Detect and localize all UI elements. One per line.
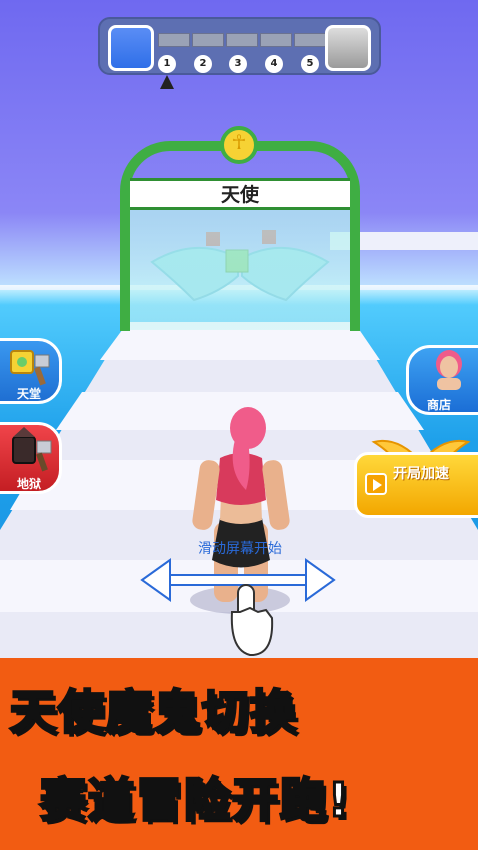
hell-hammer-icon	[12, 427, 52, 472]
step-number-2: 2	[194, 55, 212, 73]
start-stage-thumbnail	[108, 25, 154, 71]
level-progress-bar: 1 2 3 4 5	[98, 17, 381, 89]
gate-label: 天使	[130, 178, 350, 210]
step-number-4: 4	[265, 55, 283, 73]
progress-segment	[226, 33, 258, 47]
game-scene[interactable]: 1 2 3 4 5 天使 ☥ 天堂 地狱 商店 开局加速 滑动屏幕开始 天使魔鬼…	[0, 0, 478, 850]
heaven-label: 天堂	[16, 387, 41, 401]
promo-banner: 天使魔鬼切换 赛道冒险开跑!	[0, 658, 478, 850]
ankh-icon: ☥	[220, 126, 258, 164]
hell-label: 地狱	[16, 477, 41, 491]
hell-button[interactable]: 地狱	[0, 422, 62, 494]
progress-segment	[192, 33, 224, 47]
shop-label: 商店	[426, 398, 451, 412]
goal-stage-thumbnail	[325, 25, 371, 71]
shop-button[interactable]: 商店	[406, 345, 478, 415]
banner-line-2: 赛道冒险开跑!	[39, 772, 351, 829]
step-number-3: 3	[229, 55, 247, 73]
gate-arch	[120, 141, 360, 331]
video-ad-icon	[365, 473, 387, 495]
speed-start-label: 开局加速	[393, 466, 449, 482]
heaven-hammer-icon	[10, 350, 50, 386]
heaven-button[interactable]: 天堂	[0, 338, 62, 404]
banner-line-1: 天使魔鬼切换	[9, 684, 298, 741]
swipe-hint-text: 滑动屏幕开始	[198, 541, 282, 557]
progress-segment	[158, 33, 190, 47]
speed-start-button[interactable]: 开局加速	[354, 452, 478, 518]
progress-segment	[260, 33, 292, 47]
current-step-pointer	[160, 75, 174, 89]
shop-character-icon	[436, 350, 462, 390]
step-number-1: 1	[158, 55, 176, 73]
progress-segment	[294, 33, 326, 47]
step-number-5: 5	[301, 55, 319, 73]
